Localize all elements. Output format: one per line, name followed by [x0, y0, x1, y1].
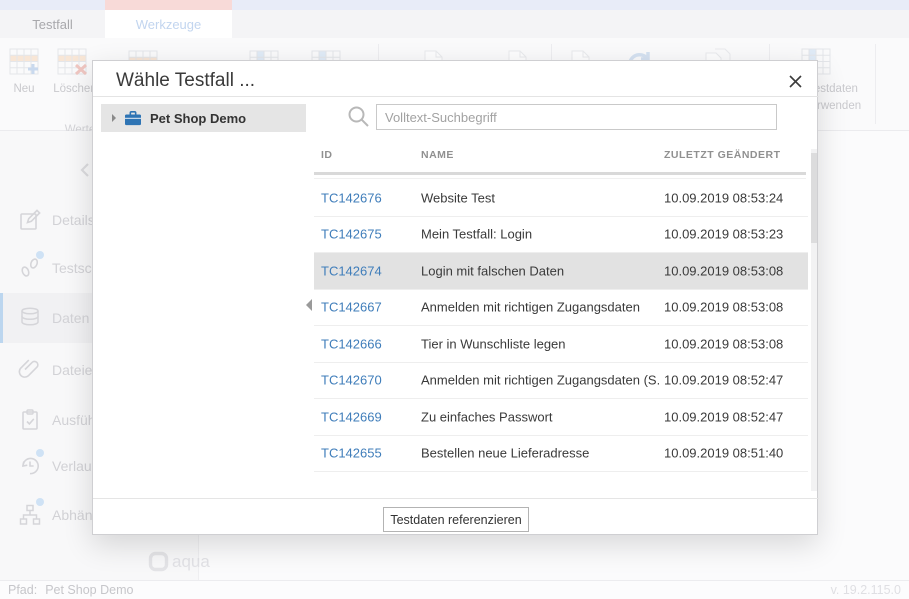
title-divider: [93, 96, 819, 97]
testcase-modified: 10.09.2019 08:53:24: [664, 190, 783, 205]
fulltext-search-input[interactable]: [376, 104, 777, 130]
table-row[interactable]: TC142667 Anmelden mit richtigen Zugangsda…: [314, 290, 808, 327]
reference-testdata-button[interactable]: Testdaten referenzieren: [383, 507, 529, 532]
active-tab-accent: [105, 0, 232, 10]
database-icon: [18, 306, 42, 330]
aqua-logo-text: aqua: [172, 552, 210, 572]
horizontal-scrollbar[interactable]: [314, 172, 806, 175]
new-row-icon[interactable]: [9, 48, 39, 75]
column-header-modified[interactable]: ZULETZT GEÄNDERT: [664, 149, 781, 161]
tree-item-label: Pet Shop Demo: [150, 111, 246, 126]
tab-testfall[interactable]: Testfall: [0, 10, 105, 38]
footprints-icon: [18, 256, 42, 280]
app-window: Testfall Werkzeuge Neu Löschen: [0, 0, 909, 599]
column-header-id[interactable]: ID: [321, 149, 333, 161]
notification-dot: [36, 449, 44, 457]
testcase-id-link[interactable]: TC142666: [321, 336, 382, 351]
vertical-scrollbar-thumb[interactable]: [811, 153, 817, 243]
testcase-modified: 10.09.2019 08:52:47: [664, 409, 783, 424]
sidebar-collapse-icon[interactable]: [78, 161, 92, 179]
testcase-modified: 10.09.2019 08:53:08: [664, 300, 783, 315]
table-row[interactable]: TC142674 Login mit falschen Daten 10.09.20…: [314, 253, 808, 290]
column-header-name[interactable]: NAME: [421, 149, 454, 161]
active-indicator: [0, 293, 3, 343]
status-bar: Pfad: Pet Shop Demo v. 19.2.115.0: [0, 580, 909, 599]
testcase-modified: 10.09.2019 08:53:08: [664, 336, 783, 351]
testcase-id-link[interactable]: TC142676: [321, 190, 382, 205]
ribbon-tabbar: Testfall Werkzeuge: [0, 10, 909, 38]
table-row[interactable]: TC142669 Zu einfaches Passwort 10.09.2019 …: [314, 399, 808, 436]
tab-werkzeuge[interactable]: Werkzeuge: [105, 10, 232, 38]
table-row[interactable]: TC142655 Bestellen neue Lieferadresse 10.0…: [314, 436, 808, 473]
delete-row-icon[interactable]: [57, 48, 87, 75]
testcase-id-link[interactable]: TC142675: [321, 227, 382, 242]
panel-collapse-icon[interactable]: [305, 298, 313, 312]
hierarchy-icon: [18, 503, 42, 527]
testcase-modified: 10.09.2019 08:53:23: [664, 227, 783, 242]
testcase-modified: 10.09.2019 08:52:47: [664, 373, 783, 388]
testcase-name: Website Test: [421, 190, 495, 205]
testcase-name: Bestellen neue Lieferadresse: [421, 446, 589, 461]
testcase-table-body: TC142676Website Test10.09.2019 08:53:24T…: [314, 180, 808, 472]
choose-testcase-dialog: Wähle Testfall ... Pet Shop Demo ID NAME: [92, 60, 818, 535]
table-row[interactable]: TC142675 Mein Testfall: Login 10.09.2019 0…: [314, 217, 808, 254]
testcase-name: Anmelden mit richtigen Zugangsdaten: [421, 300, 640, 315]
delete-button-label[interactable]: Löschen: [53, 83, 97, 95]
dialog-title: Wähle Testfall ...: [116, 70, 255, 92]
aqua-logo-icon: [148, 551, 169, 572]
testcase-id-link[interactable]: TC142667: [321, 300, 382, 315]
briefcase-icon: [124, 110, 142, 126]
testcase-name: Login mit falschen Daten: [421, 263, 564, 278]
sidebar-item-label: Verlauf: [52, 458, 96, 474]
footer-divider: [93, 498, 819, 499]
testcase-id-link[interactable]: TC142655: [321, 446, 382, 461]
table-header: ID NAME ZULETZT GEÄNDERT: [314, 149, 808, 167]
status-path-label: Pfad:: [8, 583, 37, 597]
tree-item-pet-shop-demo[interactable]: Pet Shop Demo: [101, 104, 306, 132]
close-icon[interactable]: [786, 72, 804, 90]
testcase-name: Tier in Wunschliste legen: [421, 336, 566, 351]
testcase-id-link[interactable]: TC142674: [321, 263, 382, 278]
edit-icon: [18, 208, 42, 232]
history-icon: [18, 454, 42, 478]
clipboard-icon: [18, 408, 42, 432]
table-row[interactable]: TC142666 Tier in Wunschliste legen 10.09.2…: [314, 326, 808, 363]
testcase-name: Anmelden mit richtigen Zugangsdaten (S..…: [421, 373, 659, 388]
testcase-id-link[interactable]: TC142670: [321, 373, 382, 388]
testcase-modified: 10.09.2019 08:51:40: [664, 446, 783, 461]
sidebar-item-label: Details: [52, 212, 95, 228]
testcase-modified: 10.09.2019 08:53:08: [664, 263, 783, 278]
status-path: Pfad: Pet Shop Demo: [8, 583, 133, 597]
notification-dot: [36, 498, 44, 506]
toolbar-separator: [875, 44, 876, 124]
testcase-id-link[interactable]: TC142669: [321, 409, 382, 424]
table-row[interactable]: TC142670 Anmelden mit richtigen Zugangsda…: [314, 363, 808, 400]
new-button-label[interactable]: Neu: [6, 83, 42, 95]
sidebar-item-label: Daten: [52, 310, 89, 326]
testcase-name: Zu einfaches Passwort: [421, 409, 553, 424]
tree-expand-icon[interactable]: [111, 113, 117, 123]
version-text: v. 19.2.115.0: [831, 583, 901, 597]
search-icon: [347, 105, 370, 128]
aqua-logo-row: aqua ⌄: [0, 549, 199, 581]
table-row[interactable]: TC142676 Website Test 10.09.2019 08:53:24: [314, 180, 808, 217]
top-accent-strip: [0, 0, 909, 10]
header-divider: [314, 178, 806, 179]
status-path-value: Pet Shop Demo: [45, 583, 133, 597]
testcase-name: Mein Testfall: Login: [421, 227, 532, 242]
paperclip-icon: [18, 358, 42, 382]
notification-dot: [36, 251, 44, 259]
